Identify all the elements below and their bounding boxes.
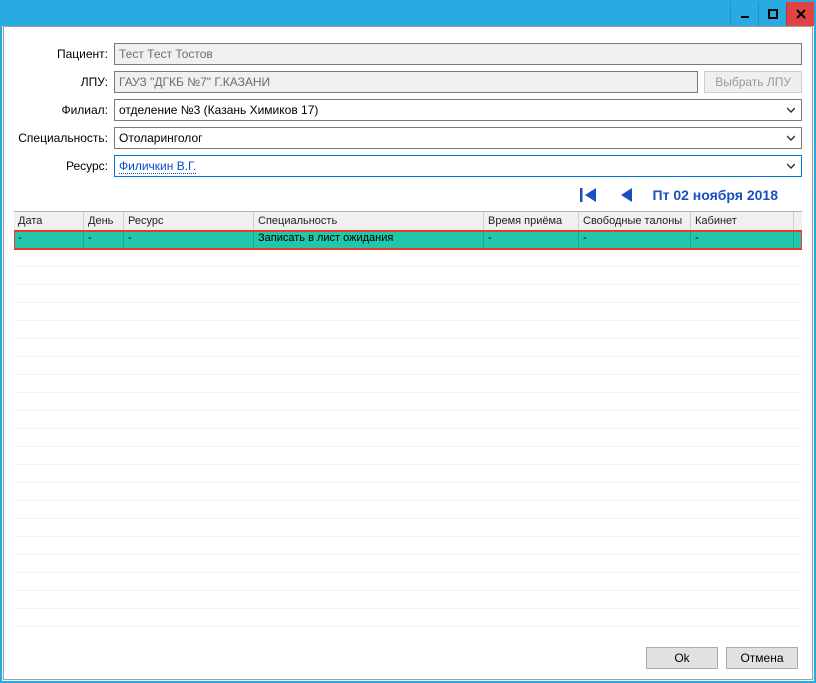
specialty-combo[interactable]: Отоларинголог [114, 127, 802, 149]
lpu-field: ГАУЗ "ДГКБ №7" Г.КАЗАНИ [114, 71, 698, 93]
grid-header: Дата День Ресурс Специальность Время при… [14, 212, 802, 231]
col-resource[interactable]: Ресурс [124, 212, 254, 230]
col-free[interactable]: Свободные талоны [579, 212, 691, 230]
schedule-grid: Дата День Ресурс Специальность Время при… [14, 211, 802, 641]
client-area: Пациент: Тест Тест Тостов ЛПУ: ГАУЗ "ДГК… [3, 26, 813, 680]
cell-time: - [484, 231, 579, 249]
chevron-down-icon [783, 100, 799, 120]
chevron-down-icon [783, 128, 799, 148]
choose-lpu-button[interactable]: Выбрать ЛПУ [704, 71, 802, 93]
cell-date: - [14, 231, 84, 249]
col-day[interactable]: День [84, 212, 124, 230]
cell-specialty: Записать в лист ожидания [254, 231, 484, 249]
branch-value: отделение №3 (Казань Химиков 17) [119, 103, 318, 117]
dialog-footer: Ok Отмена [14, 641, 802, 671]
filter-form: Пациент: Тест Тест Тостов ЛПУ: ГАУЗ "ДГК… [14, 43, 802, 177]
col-time[interactable]: Время приёма [484, 212, 579, 230]
titlebar [2, 2, 814, 26]
grid-body: - - - Записать в лист ожидания - - - [14, 231, 802, 641]
chevron-down-icon [783, 156, 799, 176]
specialty-value: Отоларинголог [119, 131, 203, 145]
date-nav: Пт 02 ноября 2018 [14, 177, 802, 209]
nav-first-button[interactable] [577, 185, 601, 205]
app-window: Пациент: Тест Тест Тостов ЛПУ: ГАУЗ "ДГК… [0, 0, 816, 683]
grid-lines [14, 231, 802, 641]
specialty-label: Специальность: [14, 131, 114, 145]
cell-resource: - [124, 231, 254, 249]
cell-day: - [84, 231, 124, 249]
minimize-button[interactable] [730, 2, 758, 26]
resource-combo[interactable]: Филичкин В.Г. [114, 155, 802, 177]
resource-label: Ресурс: [14, 159, 114, 173]
col-cab[interactable]: Кабинет [691, 212, 794, 230]
branch-combo[interactable]: отделение №3 (Казань Химиков 17) [114, 99, 802, 121]
patient-value: Тест Тест Тостов [119, 47, 213, 61]
branch-label: Филиал: [14, 103, 114, 117]
resource-value: Филичкин В.Г. [119, 159, 196, 174]
patient-label: Пациент: [14, 47, 114, 61]
cell-cab: - [691, 231, 794, 249]
maximize-button[interactable] [758, 2, 786, 26]
cancel-button[interactable]: Отмена [726, 647, 798, 669]
table-row[interactable]: - - - Записать в лист ожидания - - - [14, 231, 802, 249]
cell-free: - [579, 231, 691, 249]
lpu-value: ГАУЗ "ДГКБ №7" Г.КАЗАНИ [119, 75, 270, 89]
nav-prev-button[interactable] [615, 185, 639, 205]
date-label: Пт 02 ноября 2018 [653, 187, 798, 203]
patient-field: Тест Тест Тостов [114, 43, 802, 65]
close-button[interactable] [786, 2, 814, 26]
col-date[interactable]: Дата [14, 212, 84, 230]
col-specialty[interactable]: Специальность [254, 212, 484, 230]
ok-button[interactable]: Ok [646, 647, 718, 669]
lpu-label: ЛПУ: [14, 75, 114, 89]
